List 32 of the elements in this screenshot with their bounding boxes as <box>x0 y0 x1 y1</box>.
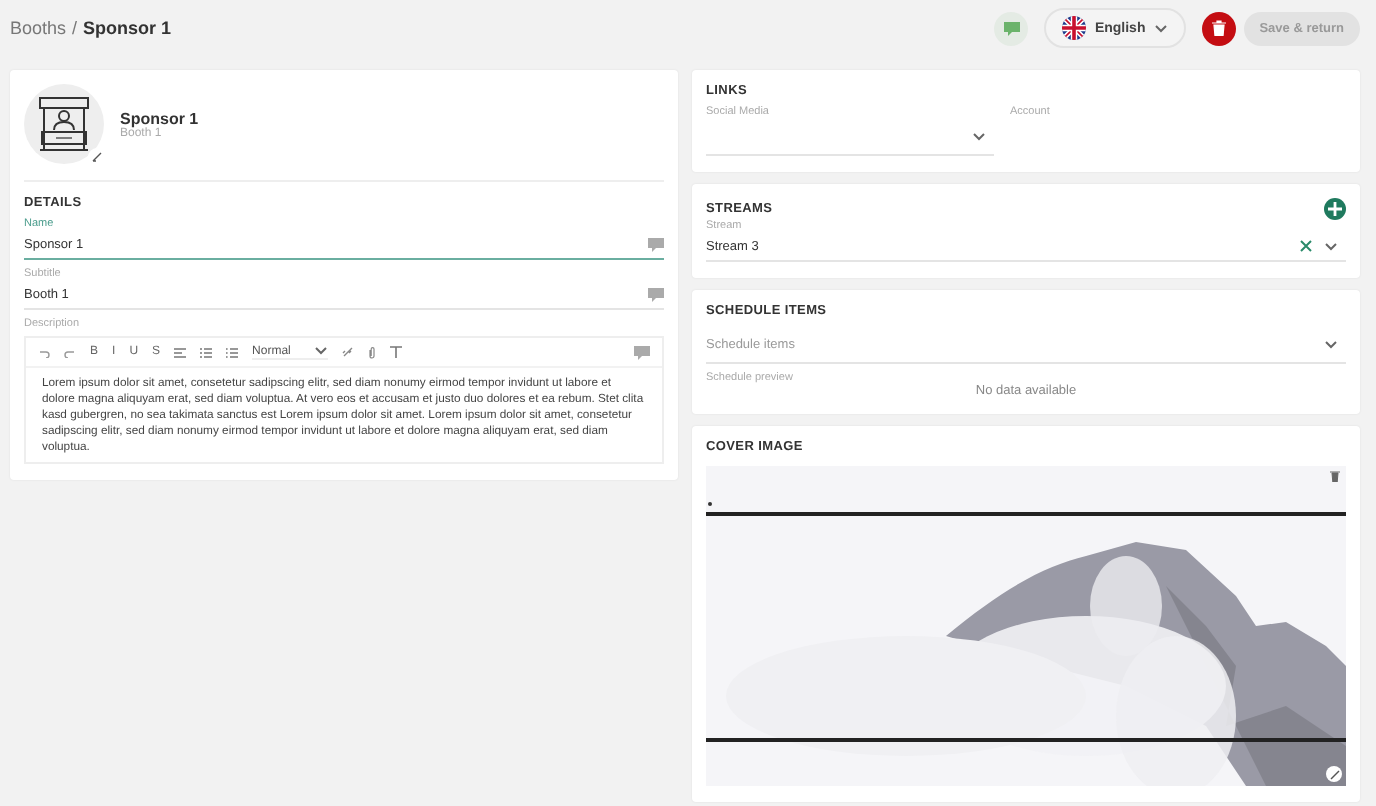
rich-text-editor[interactable] <box>24 336 664 464</box>
link-icon[interactable] <box>342 346 355 358</box>
redo-icon[interactable] <box>64 347 76 357</box>
trash-icon <box>1211 20 1226 36</box>
speech-bubble-icon <box>1003 21 1020 35</box>
align-icon[interactable] <box>174 347 187 357</box>
booth-icon <box>36 96 92 152</box>
chevron-icon <box>1324 339 1338 349</box>
chevron-icon <box>1324 241 1338 251</box>
add-button[interactable] <box>1324 198 1346 220</box>
translate-button[interactable] <box>994 11 1029 45</box>
profile-title: Sponsor 1 <box>120 109 199 127</box>
paperclip-icon[interactable] <box>368 345 377 359</box>
trash-icon <box>1330 470 1340 482</box>
page-title: Sponsor 1 <box>83 18 172 38</box>
chevron-icon <box>972 131 986 141</box>
undo-icon[interactable] <box>38 347 50 357</box>
breadcrumb-separator: / <box>72 18 78 38</box>
chevron-icon <box>314 346 329 356</box>
flag-icon <box>1062 16 1087 40</box>
delete-button[interactable] <box>1201 11 1236 45</box>
numbered-list-icon[interactable] <box>200 347 213 357</box>
plus-icon <box>1328 202 1342 216</box>
clear-format-icon[interactable] <box>390 346 403 358</box>
pencil-icon <box>92 152 102 162</box>
caret-icon <box>1153 23 1168 33</box>
crop-handle[interactable] <box>708 502 712 506</box>
delete-image-button[interactable] <box>1330 470 1340 482</box>
breadcrumb-link[interactable]: Booths <box>10 18 67 38</box>
clear-icon[interactable] <box>1300 240 1312 252</box>
bullet-list-icon[interactable] <box>226 347 239 357</box>
pencil-icon <box>1329 769 1339 779</box>
